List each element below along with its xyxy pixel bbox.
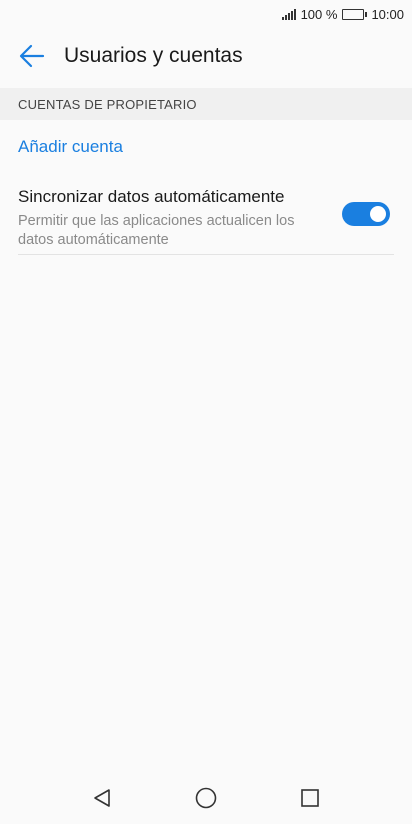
recents-square-icon: [301, 789, 319, 807]
screen: 100 % 10:00 Usuarios y cuentas CUENTAS D…: [0, 0, 412, 824]
battery-percent: 100 %: [300, 6, 338, 22]
nav-back-button[interactable]: [50, 772, 154, 824]
battery-icon: [342, 8, 368, 20]
toggle-knob: [370, 206, 386, 222]
auto-sync-toggle[interactable]: [342, 202, 390, 226]
nav-home-button[interactable]: [154, 772, 258, 824]
toolbar: Usuarios y cuentas: [0, 28, 412, 84]
back-triangle-icon: [94, 789, 110, 807]
add-account-button[interactable]: Añadir cuenta: [0, 124, 412, 170]
auto-sync-subtitle: Permitir que las aplicaciones actualicen…: [18, 213, 295, 248]
back-button[interactable]: [0, 28, 64, 84]
nav-recents-button[interactable]: [258, 772, 362, 824]
section-header-owner-accounts: CUENTAS DE PROPIETARIO: [0, 88, 412, 120]
auto-sync-title: Sincronizar datos automáticamente: [18, 187, 285, 206]
signal-icon: [281, 8, 296, 20]
navigation-bar: [0, 772, 412, 824]
status-bar: 100 % 10:00: [0, 0, 412, 28]
home-circle-icon: [195, 787, 217, 809]
clock: 10:00: [371, 6, 404, 22]
page-title: Usuarios y cuentas: [64, 44, 243, 67]
auto-sync-text: Sincronizar datos automáticamente Permit…: [18, 178, 328, 250]
arrow-left-icon: [19, 44, 45, 68]
auto-sync-row[interactable]: Sincronizar datos automáticamente Permit…: [18, 178, 394, 255]
